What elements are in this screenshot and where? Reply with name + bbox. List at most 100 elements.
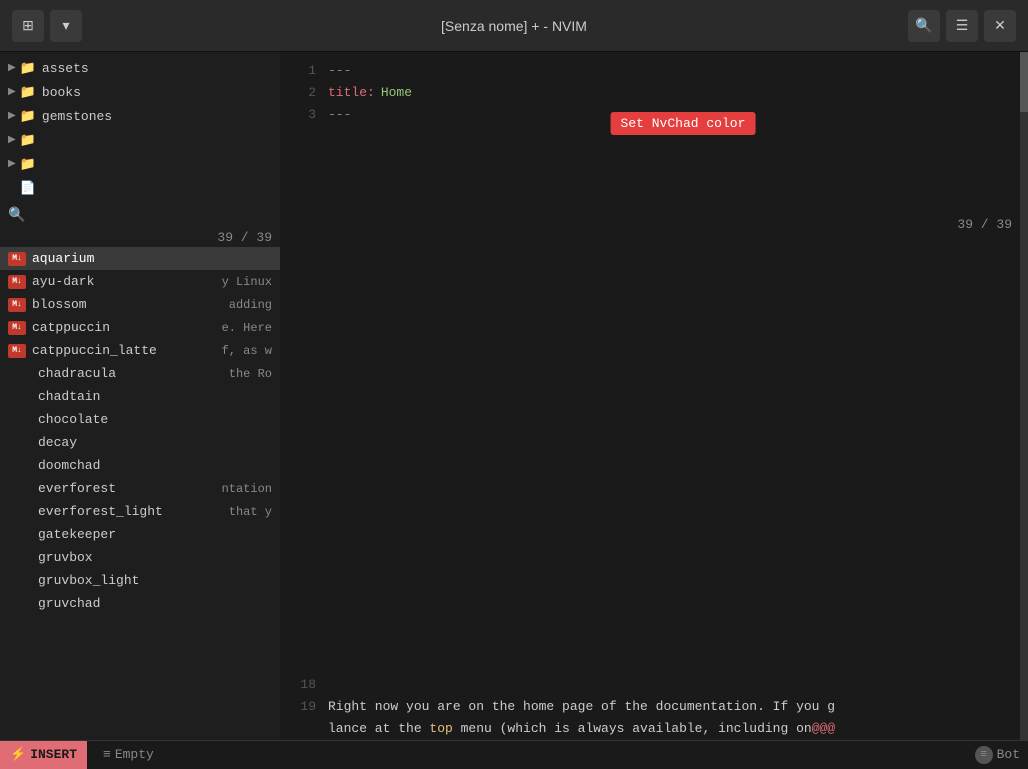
autocomplete-list: M↓ aquarium M↓ ayu-dark y Linux M↓ bloss… xyxy=(0,247,280,740)
code-line-2: 2 title: Home xyxy=(280,82,1028,104)
code-line-18: 18 xyxy=(280,674,1028,696)
sidebar-item-gemstones[interactable]: ▶ 📁 gemstones xyxy=(0,104,280,128)
autocomplete-item-chadracula[interactable]: chadracula the Ro xyxy=(0,362,280,385)
status-left: ⚡ INSERT ≡ Empty xyxy=(0,741,162,769)
code-value: Home xyxy=(381,83,412,103)
right-text: f, as w xyxy=(222,344,272,358)
folder-icon: 📁 xyxy=(20,85,36,100)
search-button[interactable]: 🔍 xyxy=(908,10,940,42)
code-dashes: --- xyxy=(328,61,351,81)
line-number: 19 xyxy=(288,697,316,717)
md-icon: M↓ xyxy=(8,275,26,289)
autocomplete-item-ayu-dark[interactable]: M↓ ayu-dark y Linux xyxy=(0,270,280,293)
arrow-icon: ▶ xyxy=(8,62,16,74)
autocomplete-item-aquarium[interactable]: M↓ aquarium xyxy=(0,247,280,270)
autocomplete-label: blossom xyxy=(32,297,87,312)
code-line-cont: 19 lance at the top menu (which is alway… xyxy=(280,718,1028,740)
set-nvchad-tooltip: Set NvChad color xyxy=(611,112,756,135)
line-number: 2 xyxy=(288,83,316,103)
autocomplete-label: decay xyxy=(38,435,77,450)
autocomplete-label: chocolate xyxy=(38,412,108,427)
sidebar-item-label: books xyxy=(42,85,81,100)
autocomplete-label: chadtain xyxy=(38,389,100,404)
autocomplete-label: doomchad xyxy=(38,458,100,473)
sidebar-file-tree: ▶ 📁 assets ▶ 📁 books ▶ 📁 gemstones ▶ 📁 ▶… xyxy=(0,52,280,200)
autocomplete-label: gruvbox xyxy=(38,550,93,565)
autocomplete-item-gatekeeper[interactable]: gatekeeper xyxy=(0,523,280,546)
autocomplete-item-gruvbox-light[interactable]: gruvbox_light xyxy=(0,569,280,592)
bot-label: Bot xyxy=(997,747,1020,762)
scrollbar-thumb[interactable] xyxy=(1020,52,1028,112)
code-key: title: xyxy=(328,83,375,103)
code-dashes: --- xyxy=(328,105,351,125)
autocomplete-item-catppuccin-latte[interactable]: M↓ catppuccin_latte f, as w xyxy=(0,339,280,362)
arrow-icon: ▶ xyxy=(8,110,16,122)
autocomplete-item-decay[interactable]: decay xyxy=(0,431,280,454)
empty-label: Empty xyxy=(115,747,154,762)
search-input[interactable] xyxy=(31,208,272,223)
autocomplete-label: catppuccin xyxy=(32,320,110,335)
right-text: ntation xyxy=(222,482,272,496)
sidebar-item-file[interactable]: ▶ 📄 xyxy=(0,176,280,200)
code-text: lance at the top menu (which is always a… xyxy=(328,719,835,739)
autocomplete-label: gruvbox_light xyxy=(38,573,139,588)
line-number: 3 xyxy=(288,105,316,125)
autocomplete-item-chocolate[interactable]: chocolate xyxy=(0,408,280,431)
arrow-icon: ▶ xyxy=(8,158,16,170)
autocomplete-item-everforest-light[interactable]: everforest_light that y xyxy=(0,500,280,523)
autocomplete-item-doomchad[interactable]: doomchad xyxy=(0,454,280,477)
folder-icon: 📁 xyxy=(20,109,36,124)
status-empty: ≡ Empty xyxy=(95,747,162,762)
titlebar: ⊞ ▾ [Senza nome] + - NVIM 🔍 ☰ ✕ xyxy=(0,0,1028,52)
right-text: adding xyxy=(229,298,272,312)
autocomplete-item-catppuccin[interactable]: M↓ catppuccin e. Here xyxy=(0,316,280,339)
sidebar-item-label: gemstones xyxy=(42,109,112,124)
chevron-down-button[interactable]: ▾ xyxy=(50,10,82,42)
md-icon: M↓ xyxy=(8,252,26,266)
bot-icon: ≡ xyxy=(975,746,993,764)
md-icon: M↓ xyxy=(8,344,26,358)
line-number: 19 xyxy=(288,719,316,739)
menu-icon-button[interactable]: ⊞ xyxy=(12,10,44,42)
file-icon: 📄 xyxy=(20,181,36,196)
list-icon: ☰ xyxy=(956,17,969,34)
editor-line-count: 39 / 39 xyxy=(957,217,1012,232)
right-text: the Ro xyxy=(229,367,272,381)
search-bar: 🔍 xyxy=(0,200,280,230)
statusbar: ⚡ INSERT ≡ Empty ≡ Bot xyxy=(0,740,1028,768)
titlebar-right: 🔍 ☰ ✕ xyxy=(908,10,1016,42)
insert-mode-indicator: ⚡ INSERT xyxy=(0,741,87,769)
close-button[interactable]: ✕ xyxy=(984,10,1016,42)
code-line-1: 1 --- xyxy=(280,60,1028,82)
autocomplete-item-everforest[interactable]: everforest ntation xyxy=(0,477,280,500)
arrow-icon: ▶ xyxy=(8,182,16,194)
scrollbar[interactable] xyxy=(1020,52,1028,740)
main-area: ▶ 📁 assets ▶ 📁 books ▶ 📁 gemstones ▶ 📁 ▶… xyxy=(0,52,1028,740)
list-button[interactable]: ☰ xyxy=(946,10,978,42)
right-text: that y xyxy=(229,505,272,519)
sidebar-item-assets[interactable]: ▶ 📁 assets xyxy=(0,56,280,80)
autocomplete-item-chadtain[interactable]: chadtain xyxy=(0,385,280,408)
sidebar-item-folder5[interactable]: ▶ 📁 xyxy=(0,152,280,176)
titlebar-left: ⊞ ▾ xyxy=(12,10,82,42)
right-text: y Linux xyxy=(222,275,272,289)
autocomplete-item-gruvchad[interactable]: gruvchad xyxy=(0,592,280,615)
folder-icon: 📁 xyxy=(20,157,36,172)
autocomplete-label: chadracula xyxy=(38,366,116,381)
autocomplete-label: gruvchad xyxy=(38,596,100,611)
grid-icon: ⊞ xyxy=(22,17,34,34)
chevron-down-icon: ▾ xyxy=(62,17,69,34)
search-count: 39 / 39 xyxy=(217,230,272,245)
sidebar-item-folder4[interactable]: ▶ 📁 xyxy=(0,128,280,152)
autocomplete-item-gruvbox[interactable]: gruvbox xyxy=(0,546,280,569)
insert-icon: ⚡ xyxy=(10,747,26,762)
right-text: e. Here xyxy=(222,321,272,335)
line-number: 1 xyxy=(288,61,316,81)
md-icon: M↓ xyxy=(8,321,26,335)
code-line-19: 19 Right now you are on the home page of… xyxy=(280,696,1028,718)
search-icon: 🔍 xyxy=(915,17,932,34)
autocomplete-item-blossom[interactable]: M↓ blossom adding xyxy=(0,293,280,316)
status-bot: ≡ Bot xyxy=(975,746,1020,764)
sidebar-item-books[interactable]: ▶ 📁 books xyxy=(0,80,280,104)
search-icon: 🔍 xyxy=(8,207,25,224)
